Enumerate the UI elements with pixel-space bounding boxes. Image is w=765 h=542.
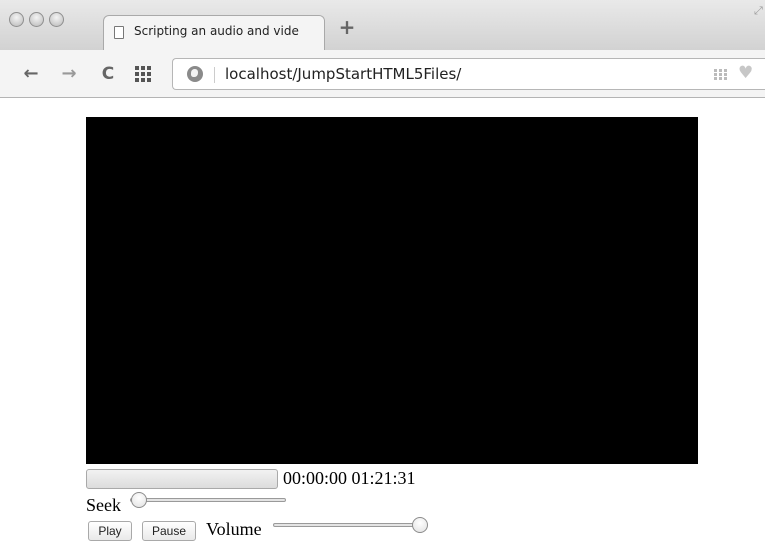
seek-slider[interactable]: [130, 492, 286, 508]
playback-progress-bar: [86, 469, 278, 489]
volume-label: Volume: [206, 519, 262, 539]
volume-slider[interactable]: [273, 517, 428, 533]
reload-button[interactable]: C: [97, 64, 119, 84]
grid-icon[interactable]: [714, 69, 728, 80]
url-text[interactable]: localhost/JumpStartHTML5Files/: [225, 65, 461, 83]
tab-strip: Scripting an audio and vide + ⤢: [0, 0, 765, 51]
new-tab-button[interactable]: +: [338, 17, 356, 37]
fullscreen-icon[interactable]: ⤢: [754, 4, 763, 18]
time-display: 00:00:00 01:21:31: [283, 468, 416, 489]
pause-button[interactable]: Pause: [142, 521, 196, 541]
seek-label: Seek: [86, 495, 121, 515]
video-player[interactable]: [86, 117, 698, 464]
forward-button[interactable]: →: [58, 64, 80, 84]
tab-title: Scripting an audio and vide: [134, 24, 299, 38]
back-button[interactable]: ←: [20, 64, 42, 84]
window-zoom-button[interactable]: [49, 12, 64, 27]
address-bar[interactable]: localhost/JumpStartHTML5Files/ ♥: [172, 58, 765, 90]
play-button[interactable]: Play: [88, 521, 132, 541]
heart-icon[interactable]: ♥: [738, 63, 753, 83]
apps-icon[interactable]: [135, 66, 153, 82]
page-icon: [114, 26, 124, 39]
browser-tab[interactable]: Scripting an audio and vide: [103, 15, 325, 51]
seek-slider-thumb[interactable]: [131, 492, 147, 508]
duration: 01:21:31: [351, 468, 416, 488]
window-close-button[interactable]: [9, 12, 24, 27]
browser-toolbar: ← → C localhost/JumpStartHTML5Files/ ♥: [0, 50, 765, 98]
globe-icon: [187, 66, 203, 82]
current-time: 00:00:00: [283, 468, 348, 488]
window-minimize-button[interactable]: [29, 12, 44, 27]
address-bar-divider: [214, 67, 215, 83]
tab-title-fade: [300, 16, 324, 51]
volume-slider-thumb[interactable]: [412, 517, 428, 533]
